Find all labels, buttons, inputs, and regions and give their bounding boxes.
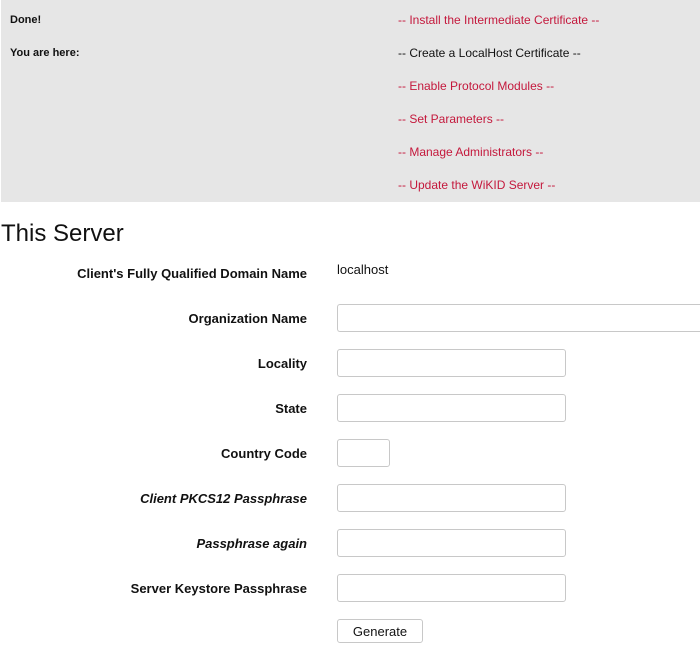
- fqdn-value: localhost: [337, 262, 389, 277]
- step-create-localhost-certificate: -- Create a LocalHost Certificate --: [398, 46, 581, 60]
- state-label: State: [275, 401, 307, 416]
- step-install-intermediate-certificate[interactable]: -- Install the Intermediate Certificate …: [398, 13, 599, 27]
- locality-label: Locality: [257, 356, 307, 371]
- step-set-parameters[interactable]: -- Set Parameters --: [398, 112, 504, 126]
- keystore-passphrase-input[interactable]: [337, 574, 566, 602]
- passphrase-again-input[interactable]: [337, 529, 566, 557]
- done-label: Done!: [10, 14, 42, 26]
- locality-input[interactable]: [337, 349, 566, 377]
- page-title: This Server: [1, 220, 124, 247]
- progress-panel: Done! You are here: -- Install the Inter…: [1, 0, 700, 202]
- pkcs12-passphrase-input[interactable]: [337, 484, 566, 512]
- organization-label: Organization Name: [188, 311, 307, 326]
- passphrase-again-label: Passphrase again: [196, 536, 307, 551]
- step-manage-administrators[interactable]: -- Manage Administrators --: [398, 145, 543, 159]
- fqdn-label: Client's Fully Qualified Domain Name: [77, 266, 307, 281]
- country-code-input[interactable]: [337, 439, 390, 467]
- state-input[interactable]: [337, 394, 566, 422]
- generate-button[interactable]: Generate: [337, 619, 423, 643]
- organization-input[interactable]: [337, 304, 700, 332]
- step-enable-protocol-modules[interactable]: -- Enable Protocol Modules --: [398, 79, 554, 93]
- you-are-here-label: You are here:: [10, 47, 80, 59]
- country-code-label: Country Code: [221, 446, 307, 461]
- keystore-passphrase-label: Server Keystore Passphrase: [130, 581, 307, 596]
- step-update-wikid-server[interactable]: -- Update the WiKID Server --: [398, 178, 555, 192]
- pkcs12-passphrase-label: Client PKCS12 Passphrase: [140, 491, 307, 506]
